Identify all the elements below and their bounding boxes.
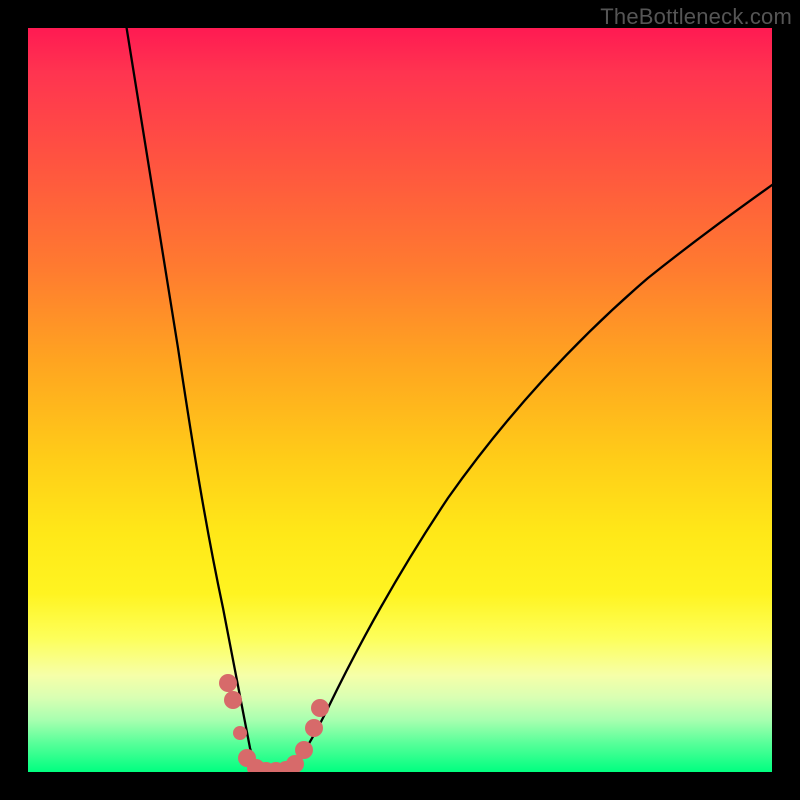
marker-dot <box>311 699 329 717</box>
curve-left-branch <box>125 28 264 771</box>
marker-dot <box>233 726 247 740</box>
chart-svg <box>28 28 772 772</box>
marker-group <box>219 674 329 772</box>
watermark-text: TheBottleneck.com <box>600 4 792 30</box>
curve-right-branch <box>286 185 772 771</box>
plot-area <box>28 28 772 772</box>
marker-dot <box>305 719 323 737</box>
marker-dot <box>219 674 237 692</box>
marker-dot <box>295 741 313 759</box>
marker-dot <box>224 691 242 709</box>
outer-frame: TheBottleneck.com <box>0 0 800 800</box>
